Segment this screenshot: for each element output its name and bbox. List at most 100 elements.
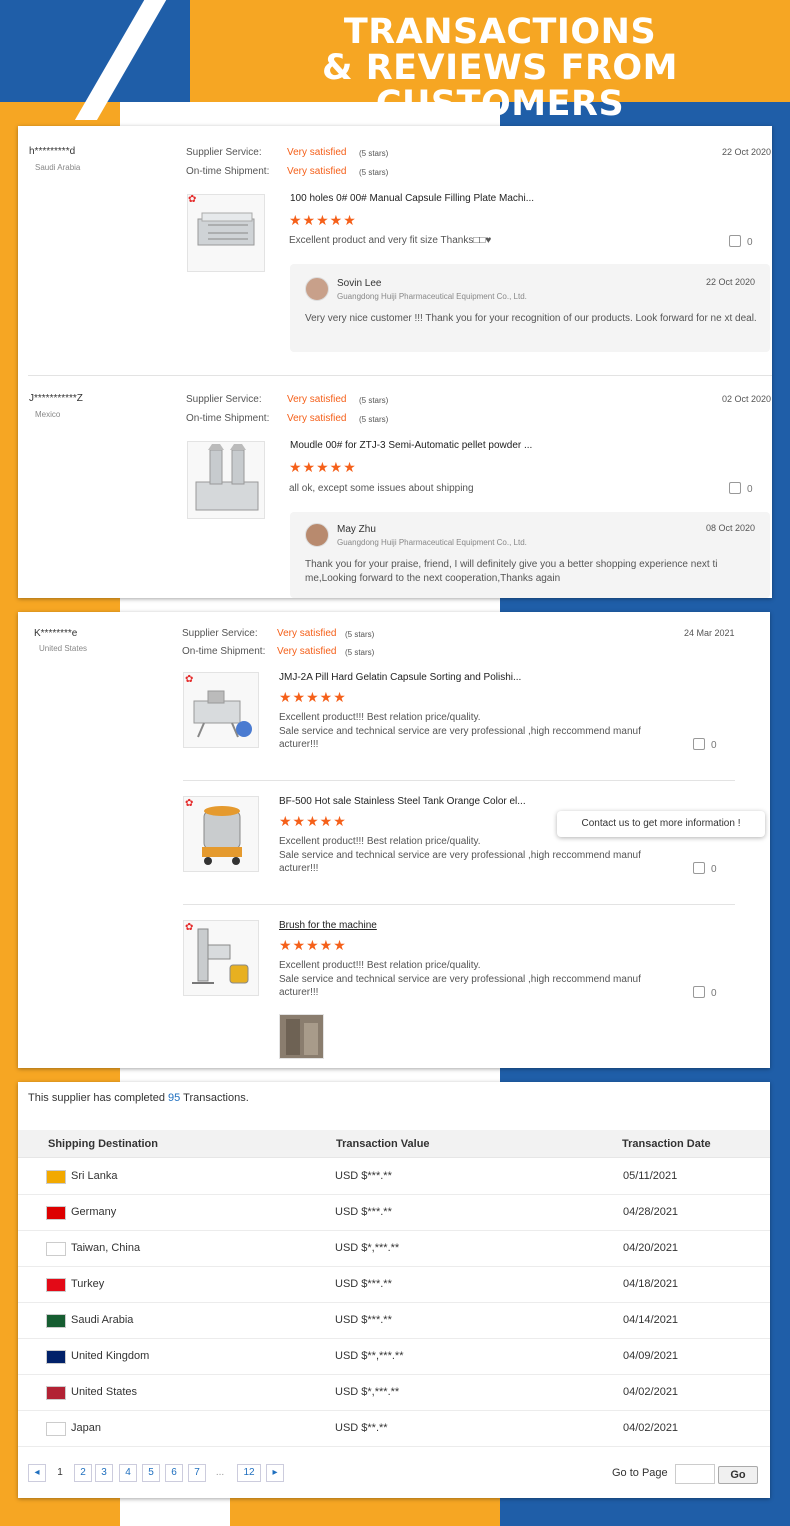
table-row: Taiwan, China USD $*,***.** 04/20/2021 (18, 1231, 770, 1267)
reply-name: Sovin Lee (337, 278, 382, 289)
like-button[interactable]: 0 (729, 482, 753, 495)
reply-name: May Zhu (337, 524, 376, 535)
hot-badge-icon: ✿ (185, 674, 194, 685)
reply-date: 08 Oct 2020 (706, 523, 756, 533)
shipment-stars: (5 stars) (359, 168, 389, 177)
prev-page-button[interactable]: ◂ (28, 1464, 46, 1482)
page-button[interactable]: 2 (74, 1464, 92, 1482)
destination-cell: United Kingdom (71, 1350, 150, 1362)
product-title[interactable]: JMJ-2A Pill Hard Gelatin Capsule Sorting… (279, 672, 521, 683)
shipment-value: Very satisfied (287, 413, 347, 424)
reviewer-country: Saudi Arabia (35, 163, 81, 172)
like-button[interactable]: 0 (729, 235, 753, 248)
product-thumbnail[interactable] (187, 441, 265, 519)
like-count: 0 (747, 237, 753, 248)
destination-cell: Taiwan, China (71, 1242, 141, 1254)
page-button[interactable]: 3 (95, 1464, 113, 1482)
page-button[interactable]: 5 (142, 1464, 160, 1482)
shipment-label: On-time Shipment: (182, 646, 266, 657)
comment-line: Excellent product!!! Best relation price… (279, 712, 481, 723)
date-cell: 04/14/2021 (623, 1314, 679, 1326)
supplier-service-label: Supplier Service: (186, 147, 262, 158)
table-row: Saudi Arabia USD $***.** 04/14/2021 (18, 1303, 770, 1339)
value-cell: USD $*,***.** (335, 1242, 400, 1254)
supplier-service-stars: (5 stars) (345, 630, 375, 639)
reviewer-name: J***********Z (29, 393, 83, 404)
hot-badge-icon: ✿ (188, 194, 197, 205)
shipment-stars: (5 stars) (359, 415, 389, 424)
destination-cell: Saudi Arabia (71, 1314, 134, 1326)
date-cell: 04/18/2021 (623, 1278, 679, 1290)
page-button[interactable]: 7 (188, 1464, 206, 1482)
product-title[interactable]: Brush for the machine (279, 920, 377, 931)
hot-badge-icon: ✿ (185, 922, 194, 933)
reviewer-country: Mexico (35, 410, 61, 419)
page-button[interactable]: 4 (119, 1464, 137, 1482)
like-button[interactable]: 0 (693, 738, 717, 751)
destination-cell: Japan (71, 1422, 101, 1434)
banner-title-line1: TRANSACTIONS (343, 12, 657, 52)
summary-suffix: Transactions. (183, 1092, 249, 1104)
comment-line: Sale service and technical service are v… (279, 725, 641, 737)
value-cell: USD $**.** (335, 1422, 388, 1434)
like-count: 0 (711, 988, 717, 999)
date-cell: 04/09/2021 (623, 1350, 679, 1362)
page-button[interactable]: 12 (237, 1464, 261, 1482)
supplier-service-stars: (5 stars) (359, 396, 389, 405)
product-title[interactable]: Moudle 00# for ZTJ-3 Semi-Automatic pell… (290, 440, 532, 451)
reply-date: 22 Oct 2020 (706, 277, 756, 287)
reviews-card-1: h*********d Saudi Arabia Supplier Servic… (18, 126, 772, 598)
country-flag-icon (46, 1314, 66, 1328)
review-comment: all ok, except some issues about shippin… (289, 483, 474, 494)
like-count: 0 (711, 740, 717, 751)
review-date: 22 Oct 2020 (722, 147, 772, 157)
supplier-service-value: Very satisfied (277, 628, 337, 639)
go-button[interactable]: Go (718, 1466, 758, 1484)
shipment-value: Very satisfied (277, 646, 337, 657)
product-title[interactable]: BF-500 Hot sale Stainless Steel Tank Ora… (279, 796, 526, 807)
thumbs-up-icon (729, 235, 741, 247)
country-flag-icon (46, 1278, 66, 1292)
supplier-reply: Sovin Lee Guangdong Huiji Pharmaceutical… (290, 264, 770, 352)
product-thumbnail[interactable] (187, 194, 265, 272)
review-separator (28, 375, 772, 376)
table-row: United States USD $*,***.** 04/02/2021 (18, 1375, 770, 1411)
product-title[interactable]: 100 holes 0# 00# Manual Capsule Filling … (290, 193, 534, 204)
shipment-label: On-time Shipment: (186, 413, 270, 424)
next-page-button[interactable]: ▸ (266, 1464, 284, 1482)
transactions-card: This supplier has completed 95 Transacti… (18, 1082, 770, 1498)
reply-text: Very very nice customer !!! Thank you fo… (305, 313, 757, 324)
like-button[interactable]: 0 (693, 986, 717, 999)
country-flag-icon (46, 1206, 66, 1220)
review-comment: Excellent product!!! Best relation price… (279, 711, 659, 752)
page-button[interactable]: 6 (165, 1464, 183, 1482)
transactions-summary: This supplier has completed 95 Transacti… (28, 1092, 249, 1104)
table-row: Japan USD $**.** 04/02/2021 (18, 1411, 770, 1447)
reply-avatar (305, 523, 329, 547)
review-photo[interactable] (279, 1014, 324, 1059)
goto-page-input[interactable] (675, 1464, 715, 1484)
comment-line: acturer!!! (279, 739, 319, 750)
value-cell: USD $***.** (335, 1314, 392, 1326)
country-flag-icon (46, 1422, 66, 1436)
comment-line: Excellent product!!! Best relation price… (279, 836, 481, 847)
banner-title-line2: & REVIEWS FROM CUSTOMERS (321, 48, 679, 124)
country-flag-icon (46, 1242, 66, 1256)
thumbs-up-icon (729, 482, 741, 494)
like-button[interactable]: 0 (693, 862, 717, 875)
date-cell: 04/20/2021 (623, 1242, 679, 1254)
background-bottom-band (230, 1495, 500, 1526)
date-cell: 04/02/2021 (623, 1422, 679, 1434)
reviewer-country: United States (39, 644, 88, 653)
page-button[interactable]: 1 (51, 1464, 69, 1482)
destination-cell: Turkey (71, 1278, 105, 1290)
rating-stars: ★★★★★ (289, 459, 357, 475)
destination-cell: Germany (71, 1206, 117, 1218)
country-flag-icon (46, 1350, 66, 1364)
country-flag-icon (46, 1170, 66, 1184)
value-cell: USD $*,***.** (335, 1386, 400, 1398)
date-cell: 05/11/2021 (623, 1170, 678, 1182)
contact-tooltip[interactable]: Contact us to get more information ! (557, 811, 765, 837)
transactions-count[interactable]: 95 (168, 1092, 180, 1104)
reply-avatar (305, 277, 329, 301)
